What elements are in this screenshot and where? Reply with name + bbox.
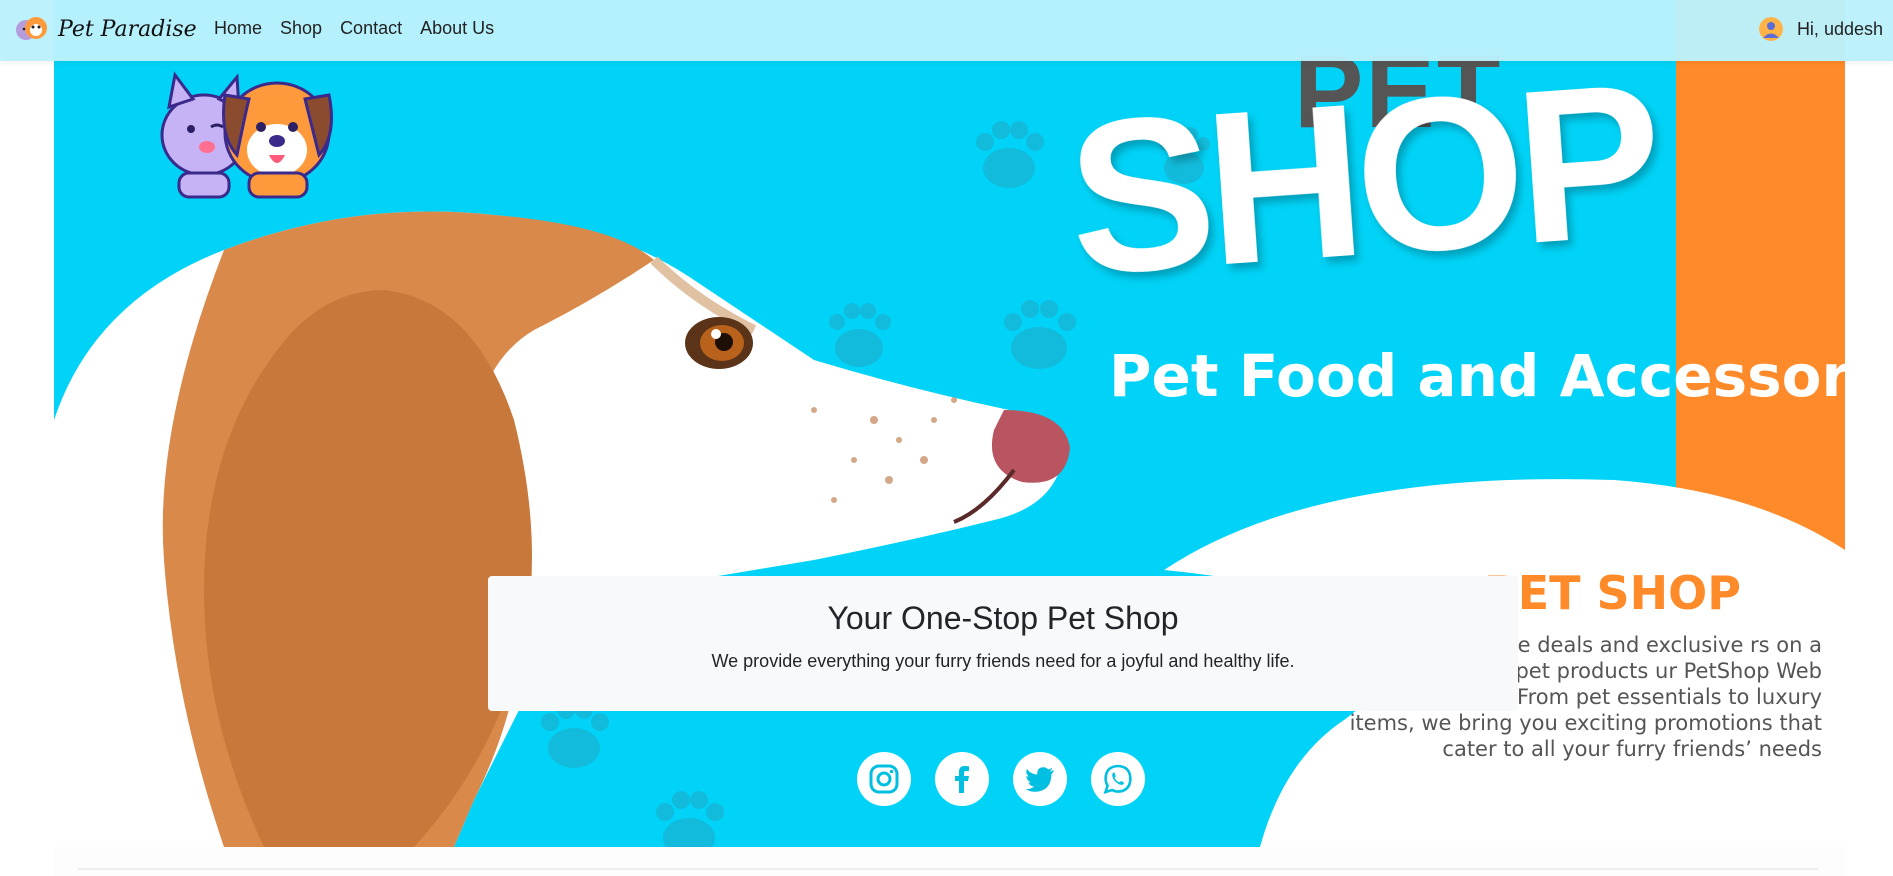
twitter-icon xyxy=(1025,767,1054,792)
whatsapp-icon xyxy=(1103,764,1132,794)
whatsapp-link[interactable] xyxy=(1091,752,1145,806)
instagram-link[interactable] xyxy=(857,752,911,806)
nav-links: Home Shop Contact About Us xyxy=(214,18,494,39)
user-greeting: Hi, uddesh xyxy=(1796,18,1883,39)
nav-link-home[interactable]: Home xyxy=(214,18,262,39)
hero-sub-title: PET SHOP xyxy=(1484,566,1741,620)
nav-link-contact[interactable]: Contact xyxy=(340,18,402,39)
intro-card: Your One-Stop Pet Shop We provide everyt… xyxy=(488,576,1518,711)
hero-tagline: Pet Food and Accessories xyxy=(1109,342,1845,410)
nav-link-shop[interactable]: Shop xyxy=(280,18,322,39)
intro-card-heading: Your One-Stop Pet Shop xyxy=(827,600,1179,636)
bottom-strip xyxy=(54,847,1845,876)
navbar: Pet Paradise Home Shop Contact About Us … xyxy=(0,0,1893,61)
intro-card-text: We provide everything your furry friends… xyxy=(711,651,1295,671)
brand[interactable]: Pet Paradise xyxy=(14,12,197,46)
brand-name: Pet Paradise xyxy=(58,16,197,42)
nav-link-about-us[interactable]: About Us xyxy=(420,18,494,39)
content-divider xyxy=(78,868,1818,870)
facebook-icon xyxy=(955,766,969,793)
instagram-icon xyxy=(869,764,899,794)
social-links xyxy=(857,752,1145,806)
twitter-link[interactable] xyxy=(1013,752,1067,806)
hero-banner: PET SHOP Pet Food and Accessories PET SH… xyxy=(54,0,1845,847)
user-menu[interactable]: Hi, uddesh xyxy=(1758,17,1883,41)
brand-logo-icon xyxy=(16,17,47,40)
user-avatar-icon xyxy=(1758,17,1783,41)
facebook-link[interactable] xyxy=(935,752,989,806)
hero-shop-word: SHOP xyxy=(1061,38,1663,322)
